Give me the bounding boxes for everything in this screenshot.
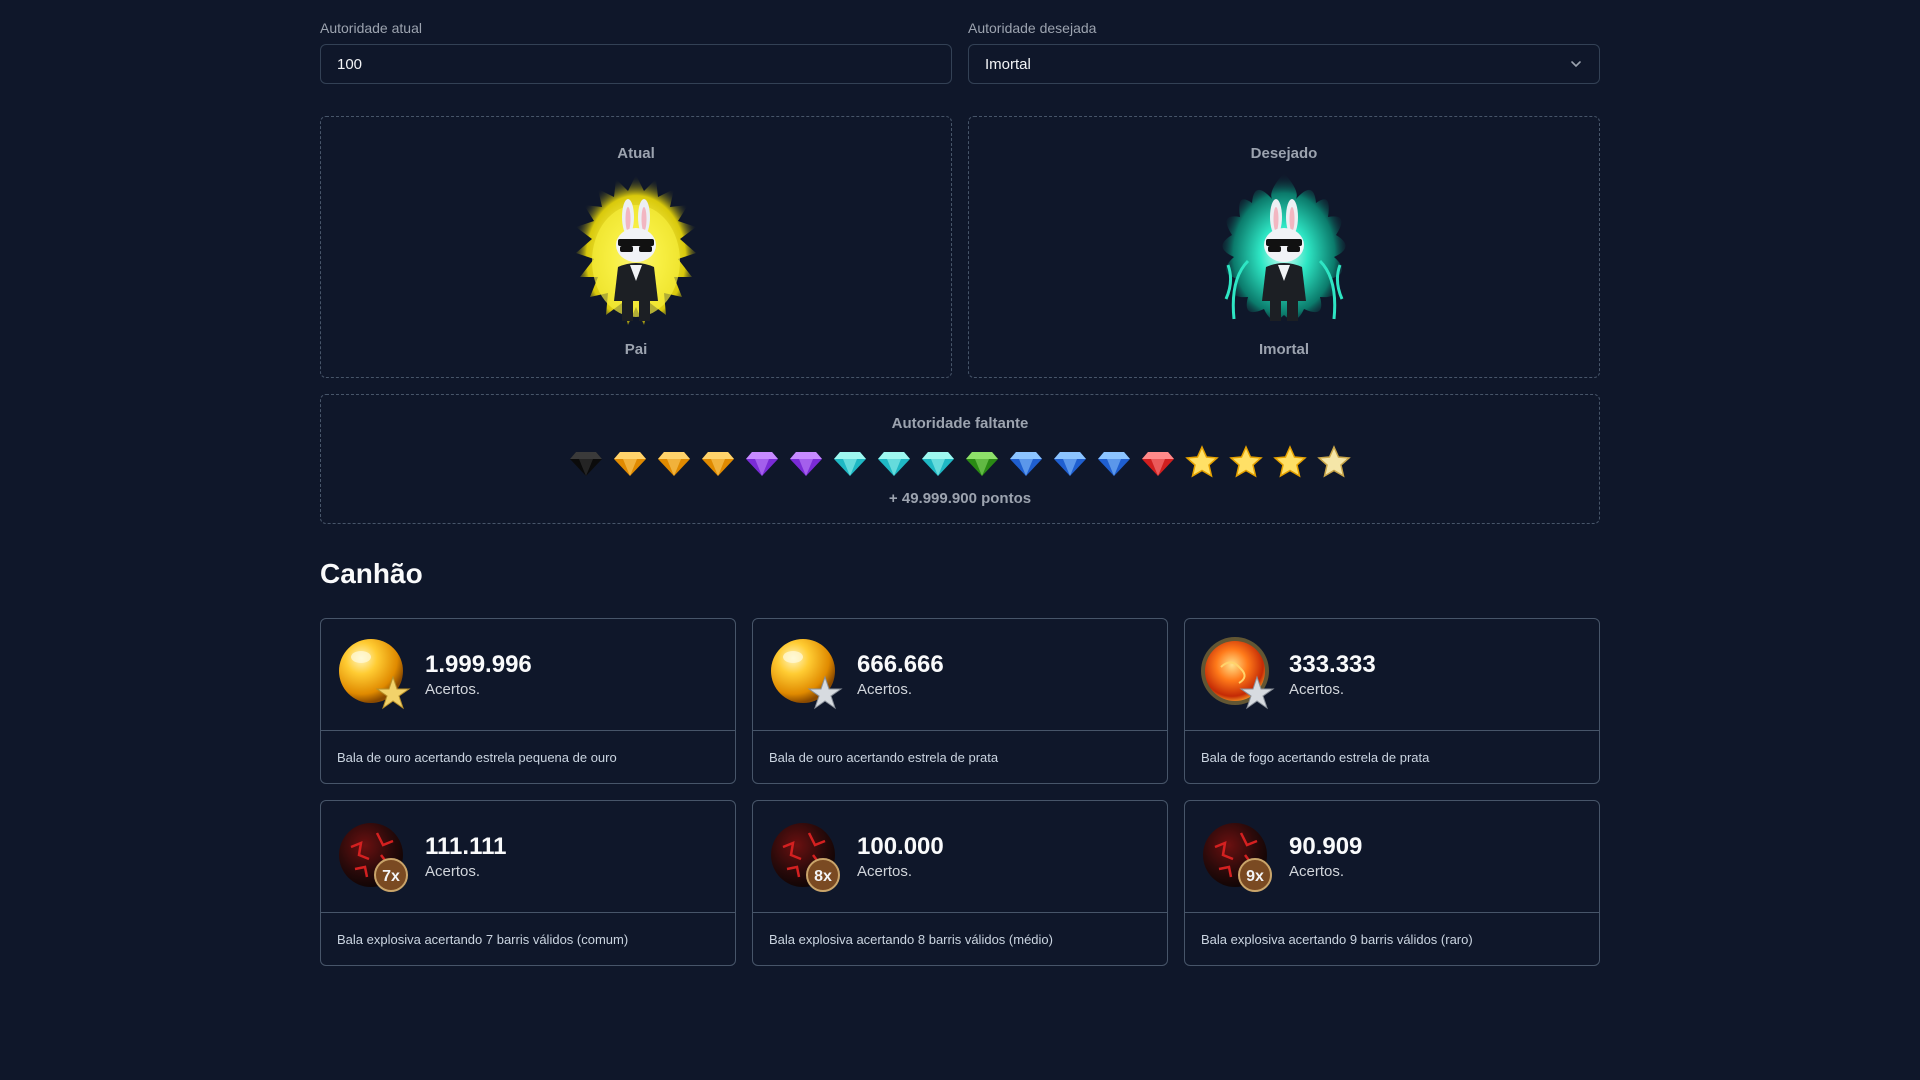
hits-value: 111.111 [425,833,507,860]
card-description: Bala explosiva acertando 8 barris válido… [769,931,1053,947]
orange-diamond-icon [702,452,734,476]
black-diamond-icon [570,452,602,476]
cannon-card: 8x 100.000 Acertos. Bala explosiva acert… [752,800,1168,966]
authority-form: Autoridade atual 100 Autoridade desejada… [320,20,1600,84]
cannon-card: 1.999.996 Acertos. Bala de ouro acertand… [320,618,736,784]
gold-star-icon [1229,445,1263,478]
orange-diamond-icon [614,452,646,476]
gold-ball-silver-star-icon [771,638,843,709]
multiplier-badge: 9x [1246,868,1264,885]
green-diamond-icon [966,452,998,476]
cannon-card: 333.333 Acertos. Bala de fogo acertando … [1184,618,1600,784]
gold-ball-gold-star-icon [339,638,411,709]
desired-authority-label: Autoridade desejada [968,20,1097,36]
current-rank-title: Atual [617,145,655,162]
explosive-ball-icon: 8x [771,822,840,892]
purple-diamond-icon [790,452,822,476]
remaining-authority-panel: Autoridade faltante + 49.999.900 pontos [320,394,1600,524]
calculator: Autoridade atual 100 Autoridade desejada… [320,0,1600,966]
desired-rank-title: Desejado [1250,145,1318,162]
current-authority-value: 100 [337,55,363,73]
remaining-authority-title: Autoridade faltante [891,415,1029,432]
desired-authority-value: Imortal [985,55,1031,73]
remaining-points: + 49.999.900 pontos [888,490,1032,507]
cyan-diamond-icon [878,452,910,476]
card-description: Bala de ouro acertando estrela de prata [769,749,999,765]
current-rank-name: Pai [624,341,648,358]
hits-unit: Acertos. [1289,681,1345,698]
cyan-diamond-icon [834,452,866,476]
cannon-card: 9x 90.909 Acertos. Bala explosiva acerta… [1184,800,1600,966]
blue-diamond-icon [1054,452,1086,476]
current-authority-input[interactable]: 100 [320,44,952,84]
cannon-cards: 1.999.996 Acertos. Bala de ouro acertand… [320,618,1600,966]
multiplier-badge: 7x [382,868,400,885]
rank-icons-row [567,444,1353,480]
rank-panels: Atual Pai Desejado Imortal [320,116,1600,378]
hits-unit: Acertos. [1289,863,1345,880]
pale-gold-star-icon [1317,445,1351,478]
card-description: Bala de fogo acertando estrela de prata [1201,749,1430,765]
blue-diamond-icon [1010,452,1042,476]
rabbit-avatar-cyan-flame-icon [1204,169,1364,329]
red-diamond-icon [1142,452,1174,476]
blue-diamond-icon [1098,452,1130,476]
hits-unit: Acertos. [857,681,913,698]
desired-authority-select[interactable]: Imortal [968,44,1600,84]
explosive-ball-icon: 9x [1203,822,1272,892]
cannon-card: 7x 111.111 Acertos. Bala explosiva acert… [320,800,736,966]
gold-star-icon [1185,445,1219,478]
gold-star-icon [1273,445,1307,478]
desired-rank-name: Imortal [1258,341,1309,358]
hits-value: 100.000 [857,833,944,860]
desired-authority-field: Autoridade desejada Imortal [968,20,1600,84]
current-rank-panel: Atual Pai [320,116,952,378]
fire-ball-silver-star-icon [1201,636,1275,709]
current-authority-field: Autoridade atual 100 [320,20,952,84]
orange-diamond-icon [658,452,690,476]
current-authority-label: Autoridade atual [320,20,422,36]
cyan-diamond-icon [922,452,954,476]
card-description: Bala explosiva acertando 7 barris válido… [337,931,629,947]
card-description: Bala explosiva acertando 9 barris válido… [1201,931,1473,947]
hits-value: 666.666 [857,651,944,678]
chevron-down-icon [1571,61,1581,68]
hits-unit: Acertos. [425,863,481,880]
hits-value: 90.909 [1289,833,1363,860]
section-title: Canhão [320,558,423,589]
explosive-ball-icon: 7x [339,822,408,892]
hits-value: 333.333 [1289,651,1376,678]
cannon-card: 666.666 Acertos. Bala de ouro acertando … [752,618,1168,784]
rabbit-avatar-yellow-aura-icon [576,175,696,325]
multiplier-badge: 8x [814,868,832,885]
purple-diamond-icon [746,452,778,476]
hits-value: 1.999.996 [425,651,532,678]
hits-unit: Acertos. [857,863,913,880]
card-description: Bala de ouro acertando estrela pequena d… [337,749,617,765]
desired-rank-panel: Desejado Imortal [968,116,1600,378]
hits-unit: Acertos. [425,681,481,698]
